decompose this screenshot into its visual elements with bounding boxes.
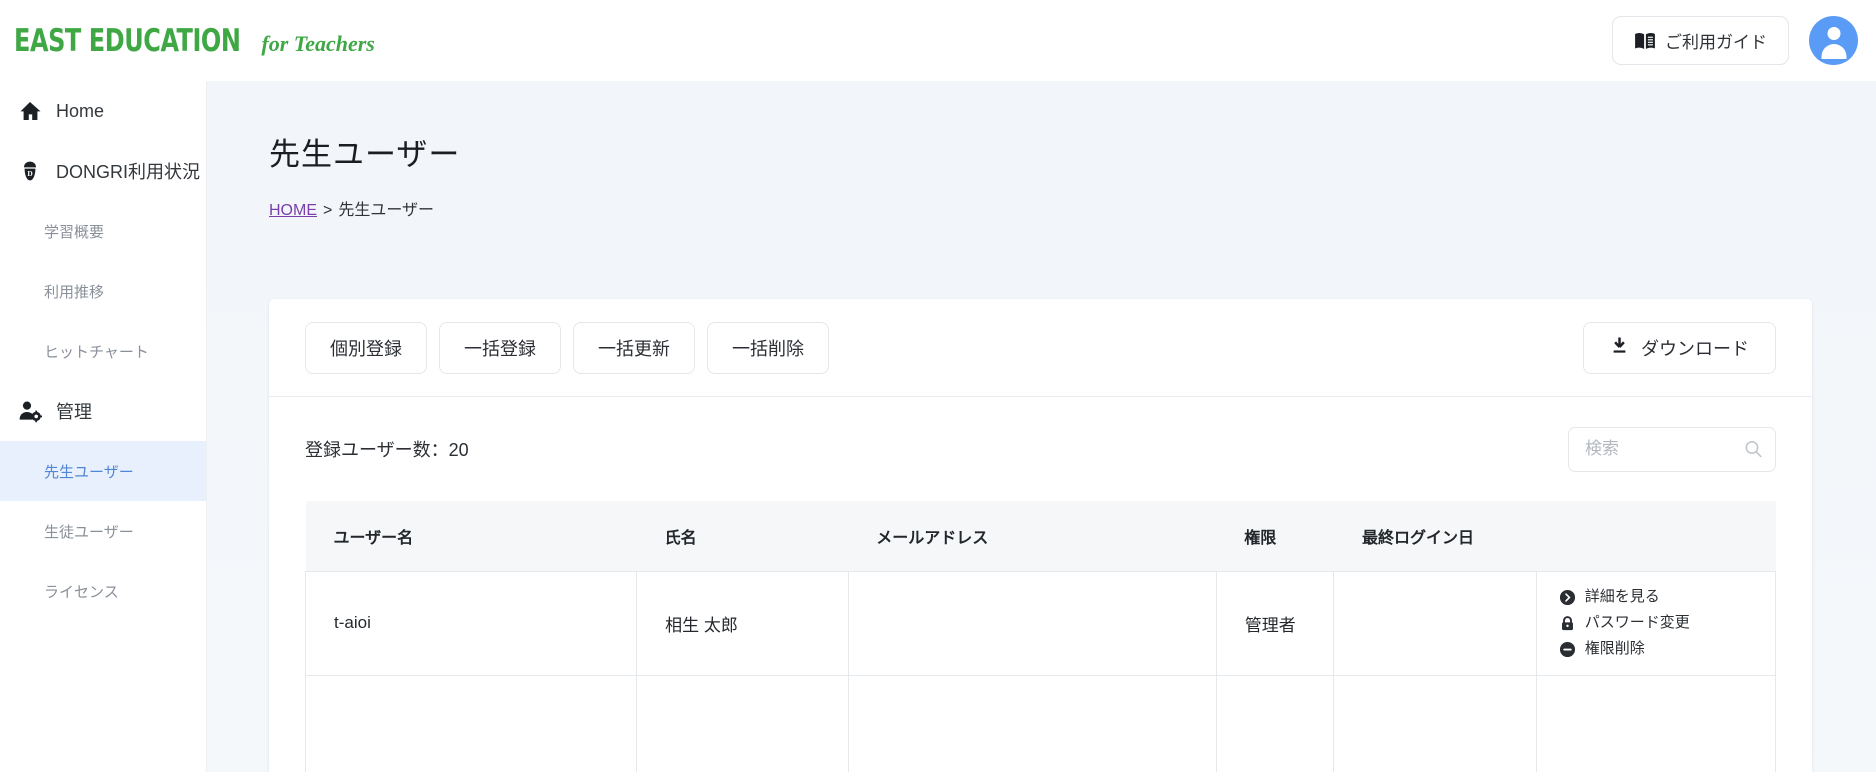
top-header-bar: EAST EDUCATION for Teachers ご利用ガイド: [0, 0, 1876, 81]
cell-last-login: [1333, 570, 1537, 676]
avatar[interactable]: [1809, 16, 1858, 65]
table-header: ユーザー名 氏名 メールアドレス 権限 最終ログイン日: [305, 501, 1776, 571]
bulk-update-button[interactable]: 一括更新: [573, 321, 695, 374]
search-box: [1568, 426, 1776, 472]
cell-last-login: [1333, 674, 1537, 772]
change-password-label: パスワード変更: [1584, 614, 1690, 631]
breadcrumb-home-link[interactable]: HOME: [269, 202, 317, 219]
cell-email: [848, 674, 1217, 772]
main-content: 先生ユーザー HOME > 先生ユーザー 個別登録 一括登録 一括更新 一括削除 ダ…: [207, 81, 1876, 772]
teacher-users-table: ユーザー名 氏名 メールアドレス 権限 最終ログイン日 t-aioi 相生 太郎…: [304, 501, 1777, 772]
sidebar-item-learning-overview[interactable]: 学習概要: [0, 201, 206, 261]
cell-role: 管理者: [1216, 570, 1335, 676]
sidebar-item-label: Home: [56, 100, 105, 121]
sidebar: Home D DONGRI利用状況 学習概要 利用推移 ヒットチャート 管理 先…: [0, 81, 207, 772]
cell-username: t-aioi: [304, 570, 638, 676]
revoke-permission-label: 権限削除: [1584, 640, 1645, 657]
svg-text:D: D: [27, 169, 32, 178]
sidebar-item-label: ライセンス: [44, 583, 119, 601]
cell-fullname: 相生 太郎: [636, 570, 849, 676]
table-row[interactable]: t-aioi 相生 太郎 管理者 詳細を見る パスワード変更 権限削除: [304, 570, 1777, 676]
bulk-delete-button[interactable]: 一括削除: [707, 321, 829, 374]
column-header-last-login[interactable]: 最終ログイン日: [1333, 501, 1537, 571]
table-body: t-aioi 相生 太郎 管理者 詳細を見る パスワード変更 権限削除: [304, 570, 1777, 772]
download-label: ダウンロード: [1641, 338, 1749, 359]
cell-role: [1216, 674, 1335, 772]
header-actions: ご利用ガイド: [1612, 16, 1858, 65]
sidebar-item-home[interactable]: Home: [0, 81, 206, 141]
breadcrumb-current: 先生ユーザー: [338, 202, 435, 219]
view-detail-label: 詳細を見る: [1584, 588, 1660, 605]
page-title: 先生ユーザー: [269, 137, 461, 172]
brand-tagline: for Teachers: [261, 30, 375, 56]
column-header-email[interactable]: メールアドレス: [848, 501, 1217, 571]
sidebar-item-student-users[interactable]: 生徒ユーザー: [0, 501, 206, 561]
sidebar-item-dongri-usage[interactable]: D DONGRI利用状況: [0, 141, 206, 201]
cell-actions: 詳細を見る パスワード変更 権限削除: [1536, 570, 1777, 676]
breadcrumb: HOME > 先生ユーザー: [269, 196, 1876, 220]
card-toolbar: 個別登録 一括登録 一括更新 一括削除 ダウンロード: [269, 299, 1812, 397]
column-header-actions: [1536, 501, 1776, 571]
sidebar-item-label: 生徒ユーザー: [44, 523, 134, 541]
brand-logo: EAST EDUCATION for Teachers: [14, 23, 375, 59]
bulk-register-button[interactable]: 一括登録: [439, 321, 561, 374]
sidebar-item-license[interactable]: ライセンス: [0, 561, 206, 621]
user-settings-icon: [18, 399, 42, 423]
sidebar-item-label: ヒットチャート: [44, 343, 149, 361]
sidebar-item-management[interactable]: 管理: [0, 381, 206, 441]
column-header-role[interactable]: 権限: [1216, 501, 1334, 571]
search-input[interactable]: [1568, 426, 1776, 472]
user-guide-button[interactable]: ご利用ガイド: [1612, 16, 1789, 65]
registered-user-count: 登録ユーザー数：20: [305, 440, 469, 460]
sidebar-item-label: 管理: [56, 402, 92, 422]
book-icon: [1634, 32, 1656, 50]
table-header-row: ユーザー名 氏名 メールアドレス 権限 最終ログイン日: [305, 501, 1776, 571]
chevron-right-circle-icon: [1559, 589, 1576, 606]
download-icon: [1610, 336, 1629, 360]
sidebar-item-label: DONGRI利用状況: [56, 162, 200, 182]
brand-name: EAST EDUCATION: [14, 22, 241, 59]
list-summary-row: 登録ユーザー数：20: [305, 397, 1776, 501]
breadcrumb-separator: >: [323, 202, 333, 219]
sidebar-item-label: 先生ユーザー: [44, 463, 134, 481]
table-row[interactable]: [304, 674, 1777, 772]
download-button[interactable]: ダウンロード: [1583, 321, 1776, 374]
user-guide-label: ご利用ガイド: [1665, 33, 1767, 52]
column-header-fullname[interactable]: 氏名: [636, 501, 849, 571]
individual-register-button[interactable]: 個別登録: [305, 321, 427, 374]
cell-email: [848, 570, 1217, 676]
sidebar-item-hit-chart[interactable]: ヒットチャート: [0, 321, 206, 381]
lock-icon: [1559, 615, 1576, 632]
change-password-action[interactable]: パスワード変更: [1559, 610, 1775, 636]
teacher-users-card: 個別登録 一括登録 一括更新 一括削除 ダウンロード 登録ユーザー数：20 検索…: [269, 299, 1812, 772]
sidebar-item-label: 利用推移: [44, 283, 105, 301]
registration-button-group: 個別登録 一括登録 一括更新 一括削除: [305, 321, 829, 374]
minus-circle-icon: [1559, 641, 1576, 658]
dongri-icon: D: [18, 159, 42, 183]
column-header-username[interactable]: ユーザー名: [305, 501, 637, 571]
home-icon: [18, 99, 42, 123]
view-detail-action[interactable]: 詳細を見る: [1559, 584, 1775, 610]
revoke-permission-action[interactable]: 権限削除: [1559, 636, 1775, 662]
sidebar-item-teacher-users[interactable]: 先生ユーザー: [0, 441, 206, 501]
sidebar-item-label: 学習概要: [44, 223, 105, 241]
cell-fullname: [636, 674, 849, 772]
card-body: 登録ユーザー数：20 ユーザー名 氏名 メー: [269, 397, 1812, 772]
sidebar-item-usage-trend[interactable]: 利用推移: [0, 261, 206, 321]
cell-actions: [1536, 674, 1777, 772]
cell-username: [304, 674, 638, 772]
